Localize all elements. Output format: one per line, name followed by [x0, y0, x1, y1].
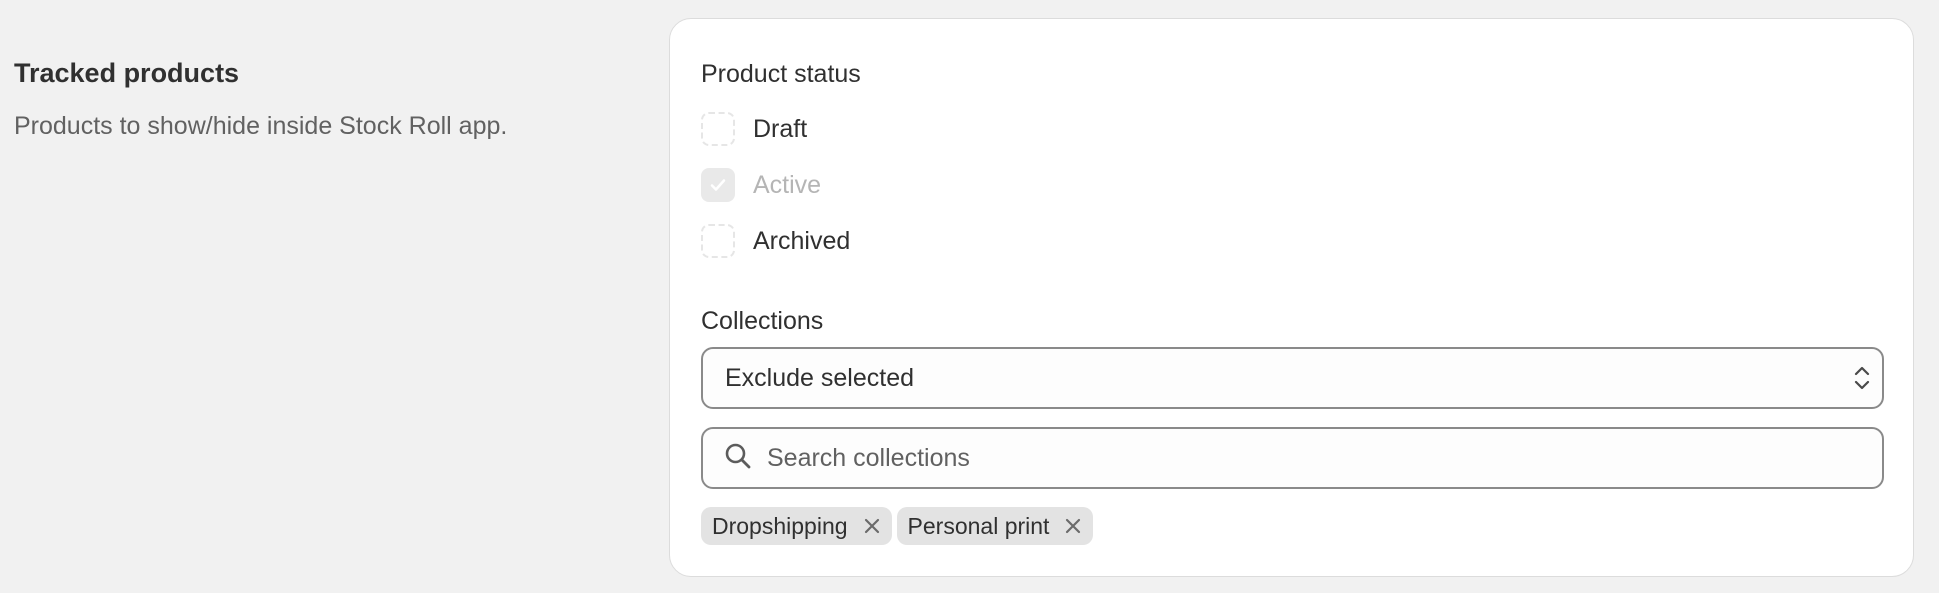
- archived-label: Archived: [753, 226, 851, 255]
- close-icon[interactable]: [1063, 516, 1083, 536]
- search-input[interactable]: [767, 443, 1867, 473]
- archived-checkbox[interactable]: [701, 224, 735, 258]
- collections-search-field[interactable]: [701, 427, 1884, 489]
- draft-label: Draft: [753, 114, 808, 143]
- status-option-archived[interactable]: Archived: [701, 221, 850, 261]
- collections-label: Collections: [701, 307, 824, 335]
- status-option-draft[interactable]: Draft: [701, 109, 807, 149]
- product-status-label: Product status: [701, 60, 861, 88]
- status-option-active[interactable]: Active: [701, 165, 821, 205]
- section-header: Tracked products Products to show/hide i…: [14, 56, 614, 142]
- tag-personal-print: Personal print: [896, 507, 1094, 545]
- select-arrows-icon: [1842, 363, 1882, 393]
- active-checkbox[interactable]: [701, 168, 735, 202]
- selected-collections: Dropshipping Personal print: [701, 507, 1094, 545]
- search-icon: [723, 441, 753, 476]
- active-label: Active: [753, 170, 822, 199]
- close-icon[interactable]: [862, 516, 882, 536]
- section-title: Tracked products: [14, 58, 240, 88]
- select-value: Exclude selected: [725, 363, 915, 392]
- draft-checkbox[interactable]: [701, 112, 735, 146]
- tag-dropshipping: Dropshipping: [701, 507, 892, 545]
- tag-label: Personal print: [907, 512, 1050, 539]
- settings-card: Product status Draft Active Archived Col…: [669, 18, 1914, 577]
- checkmark-icon: [710, 179, 726, 191]
- tag-label: Dropshipping: [712, 512, 848, 539]
- section-description: Products to show/hide inside Stock Roll …: [14, 112, 508, 140]
- collections-mode-select[interactable]: Exclude selected: [701, 347, 1884, 409]
